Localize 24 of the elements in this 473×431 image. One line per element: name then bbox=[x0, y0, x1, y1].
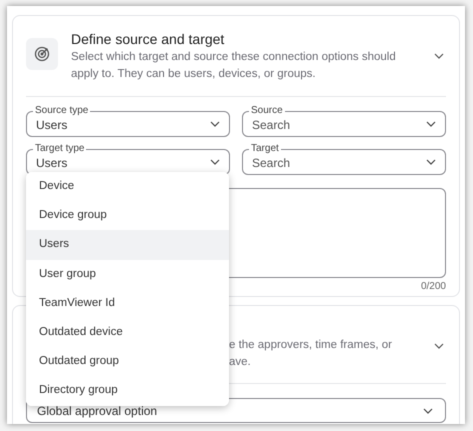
menu-item[interactable]: Outdated device bbox=[26, 318, 229, 348]
menu-item[interactable]: Device bbox=[26, 172, 229, 202]
chevron-down-icon bbox=[423, 408, 433, 414]
menu-item[interactable]: Users bbox=[26, 230, 229, 260]
section-title: Define source and target bbox=[71, 30, 226, 48]
section-description: e the approvers, time frames, or bbox=[229, 338, 392, 353]
menu-item[interactable]: User group bbox=[26, 260, 229, 289]
chevron-down-icon bbox=[426, 121, 436, 127]
field-label: Target type bbox=[33, 143, 86, 155]
character-counter: 0/200 bbox=[420, 280, 446, 294]
chevron-down-icon bbox=[210, 159, 220, 165]
section-description: ave. bbox=[229, 355, 251, 370]
chevron-down-icon bbox=[210, 121, 220, 127]
menu-item[interactable]: Directory group bbox=[26, 376, 229, 406]
field-label: Source type bbox=[33, 105, 90, 117]
menu-item[interactable]: Outdated group bbox=[26, 347, 229, 376]
chevron-down-icon[interactable] bbox=[434, 343, 444, 349]
chevron-down-icon bbox=[426, 159, 436, 165]
menu-item[interactable]: TeamViewer Id bbox=[26, 288, 229, 318]
field-label: Target bbox=[249, 143, 281, 155]
menu-item[interactable]: Device group bbox=[26, 201, 229, 230]
section-description: Select which target and source these connection options should apply to. They can be users, devices, or groups. bbox=[71, 50, 397, 82]
chevron-down-icon[interactable] bbox=[434, 53, 444, 59]
target-icon bbox=[26, 38, 58, 70]
